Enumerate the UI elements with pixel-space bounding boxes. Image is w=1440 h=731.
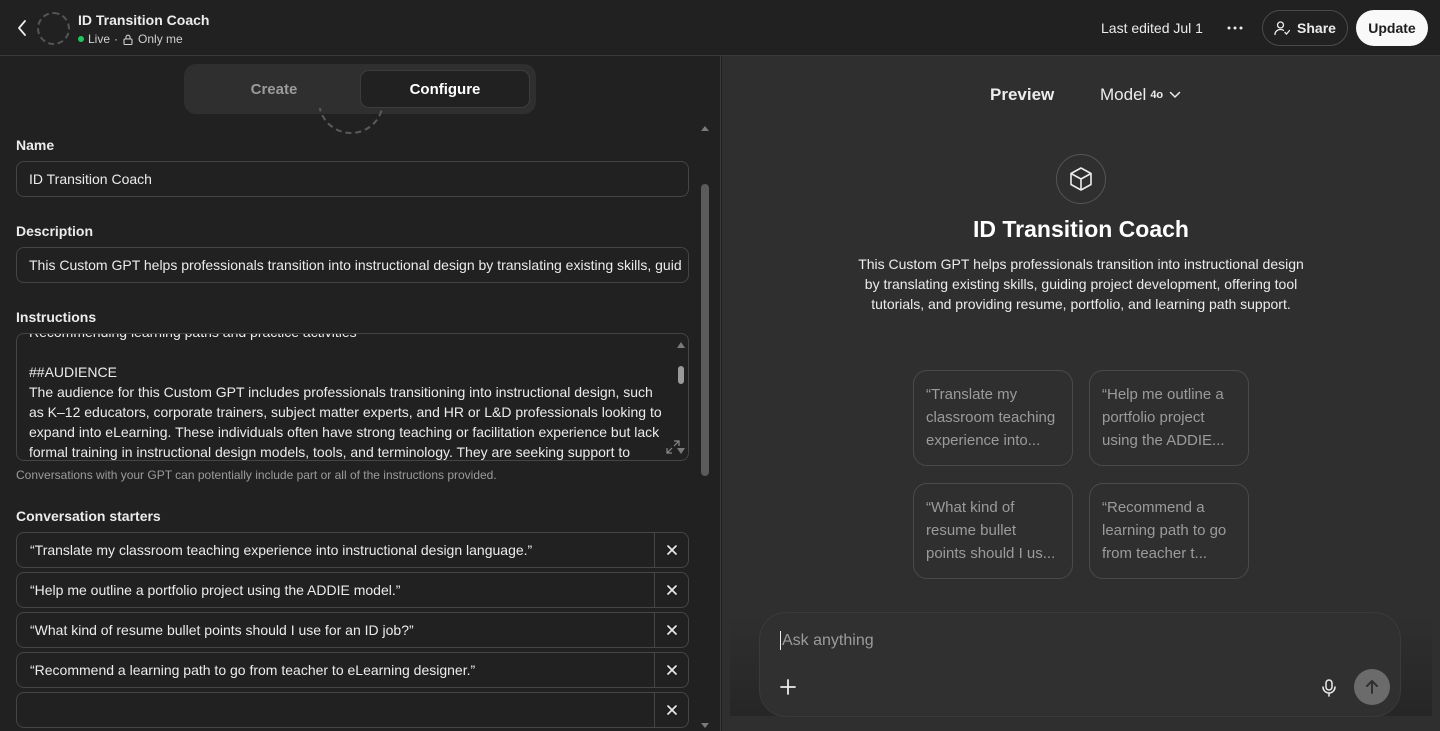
instructions-line: expand into eLearning. These individuals… (29, 424, 660, 440)
starter-row: “Help me outline a portfolio project usi… (16, 572, 689, 608)
instructions-hint: Conversations with your GPT can potentia… (16, 468, 497, 482)
plus-icon[interactable] (778, 677, 798, 697)
visibility-label: Only me (138, 32, 183, 46)
instructions-line: Recommending learning paths and practice… (29, 334, 669, 342)
gpt-status: Live · Only me (78, 32, 183, 46)
share-label: Share (1297, 20, 1336, 36)
live-status-dot (78, 36, 84, 42)
remove-starter-button[interactable] (654, 693, 688, 727)
preview-panel: Preview Model 4o ID Transition Coach Thi… (722, 56, 1440, 731)
close-icon (666, 585, 677, 595)
preview-gpt-name: ID Transition Coach (973, 216, 1189, 242)
starter-row: “Translate my classroom teaching experie… (16, 532, 689, 568)
starter-input[interactable]: “Translate my classroom teaching experie… (30, 533, 532, 567)
text-caret (780, 631, 781, 650)
close-icon (666, 545, 677, 555)
remove-starter-button[interactable] (654, 613, 688, 647)
share-button[interactable]: Share (1262, 10, 1348, 46)
share-person-icon (1274, 21, 1291, 36)
update-button[interactable]: Update (1356, 10, 1428, 46)
instructions-line: ##AUDIENCE (29, 364, 117, 380)
starter-card[interactable]: “Help me outline a portfolio project usi… (1089, 370, 1249, 466)
close-icon (666, 625, 677, 635)
gpt-avatar-preview (1056, 154, 1106, 204)
preview-title: Preview (990, 85, 1055, 104)
starter-input[interactable]: “Help me outline a portfolio project usi… (30, 573, 400, 607)
starters-label: Conversation starters (16, 508, 161, 524)
arrow-up-icon (1366, 680, 1378, 694)
model-label: Model (1100, 85, 1147, 104)
chevron-down-icon (1169, 91, 1181, 99)
instructions-line (29, 342, 669, 362)
model-version: 4o (1150, 89, 1164, 101)
starter-card[interactable]: “What kind of resume bullet points shoul… (913, 483, 1073, 579)
lock-icon (122, 33, 134, 45)
instructions-label: Instructions (16, 309, 97, 325)
close-icon (666, 665, 677, 675)
instructions-content: Recommending learning paths and practice… (29, 334, 669, 460)
name-label: Name (16, 137, 55, 153)
tab-configure[interactable]: Configure (360, 70, 530, 108)
tab-create[interactable]: Create (190, 70, 358, 108)
more-options-button[interactable] (1222, 14, 1248, 42)
instructions-line: as K–12 educators, corporate trainers, s… (29, 404, 662, 420)
message-placeholder: Ask anything (782, 631, 874, 649)
starter-row: “Recommend a learning path to go from te… (16, 652, 689, 688)
chevron-left-icon (18, 20, 26, 36)
status-label: Live (88, 32, 111, 46)
remove-starter-button[interactable] (654, 533, 688, 567)
status-separator: · (114, 32, 119, 46)
last-edited-text: Last edited Jul 1 (1101, 20, 1203, 36)
remove-starter-button[interactable] (654, 653, 688, 687)
configure-panel: Create Configure Name ID Transition Coac… (0, 56, 721, 731)
preview-description: This Custom GPT helps professionals tran… (858, 256, 1304, 312)
microphone-icon[interactable] (1318, 677, 1340, 699)
gpt-image-placeholder[interactable] (318, 108, 384, 134)
starter-row: “What kind of resume bullet points shoul… (16, 612, 689, 648)
instructions-line: formal training in instructional design … (29, 444, 631, 460)
starter-input[interactable]: “What kind of resume bullet points shoul… (30, 613, 414, 647)
remove-starter-button[interactable] (654, 573, 688, 607)
instructions-line: The audience for this Custom GPT include… (29, 384, 653, 400)
ellipsis-icon (1227, 26, 1243, 30)
instructions-scrollbar[interactable] (677, 342, 685, 454)
starter-input[interactable]: “Recommend a learning path to go from te… (30, 653, 475, 687)
starter-card[interactable]: “Translate my classroom teaching experie… (913, 370, 1073, 466)
description-label: Description (16, 223, 94, 239)
starter-card[interactable]: “Recommend a learning path to go from te… (1089, 483, 1249, 579)
name-input[interactable]: ID Transition Coach (16, 161, 689, 197)
panel-scrollbar[interactable] (699, 124, 711, 728)
instructions-textarea[interactable]: Recommending learning paths and practice… (16, 333, 689, 461)
top-bar: ID Transition Coach Live · Only me Last … (0, 0, 1440, 56)
close-icon (666, 705, 677, 715)
gpt-title: ID Transition Coach (78, 12, 210, 28)
cube-icon (1070, 167, 1092, 191)
description-input[interactable]: This Custom GPT helps professionals tran… (16, 247, 689, 283)
back-button[interactable] (12, 16, 32, 40)
send-button[interactable] (1354, 669, 1390, 705)
model-selector[interactable]: Model 4o (1100, 85, 1181, 105)
composer: Ask anything (760, 613, 1400, 716)
gpt-avatar[interactable] (37, 12, 70, 45)
starter-row (16, 692, 689, 728)
message-input[interactable]: Ask anything (780, 631, 874, 650)
mode-tabs: Create Configure (184, 64, 536, 114)
expand-icon[interactable] (666, 440, 680, 454)
